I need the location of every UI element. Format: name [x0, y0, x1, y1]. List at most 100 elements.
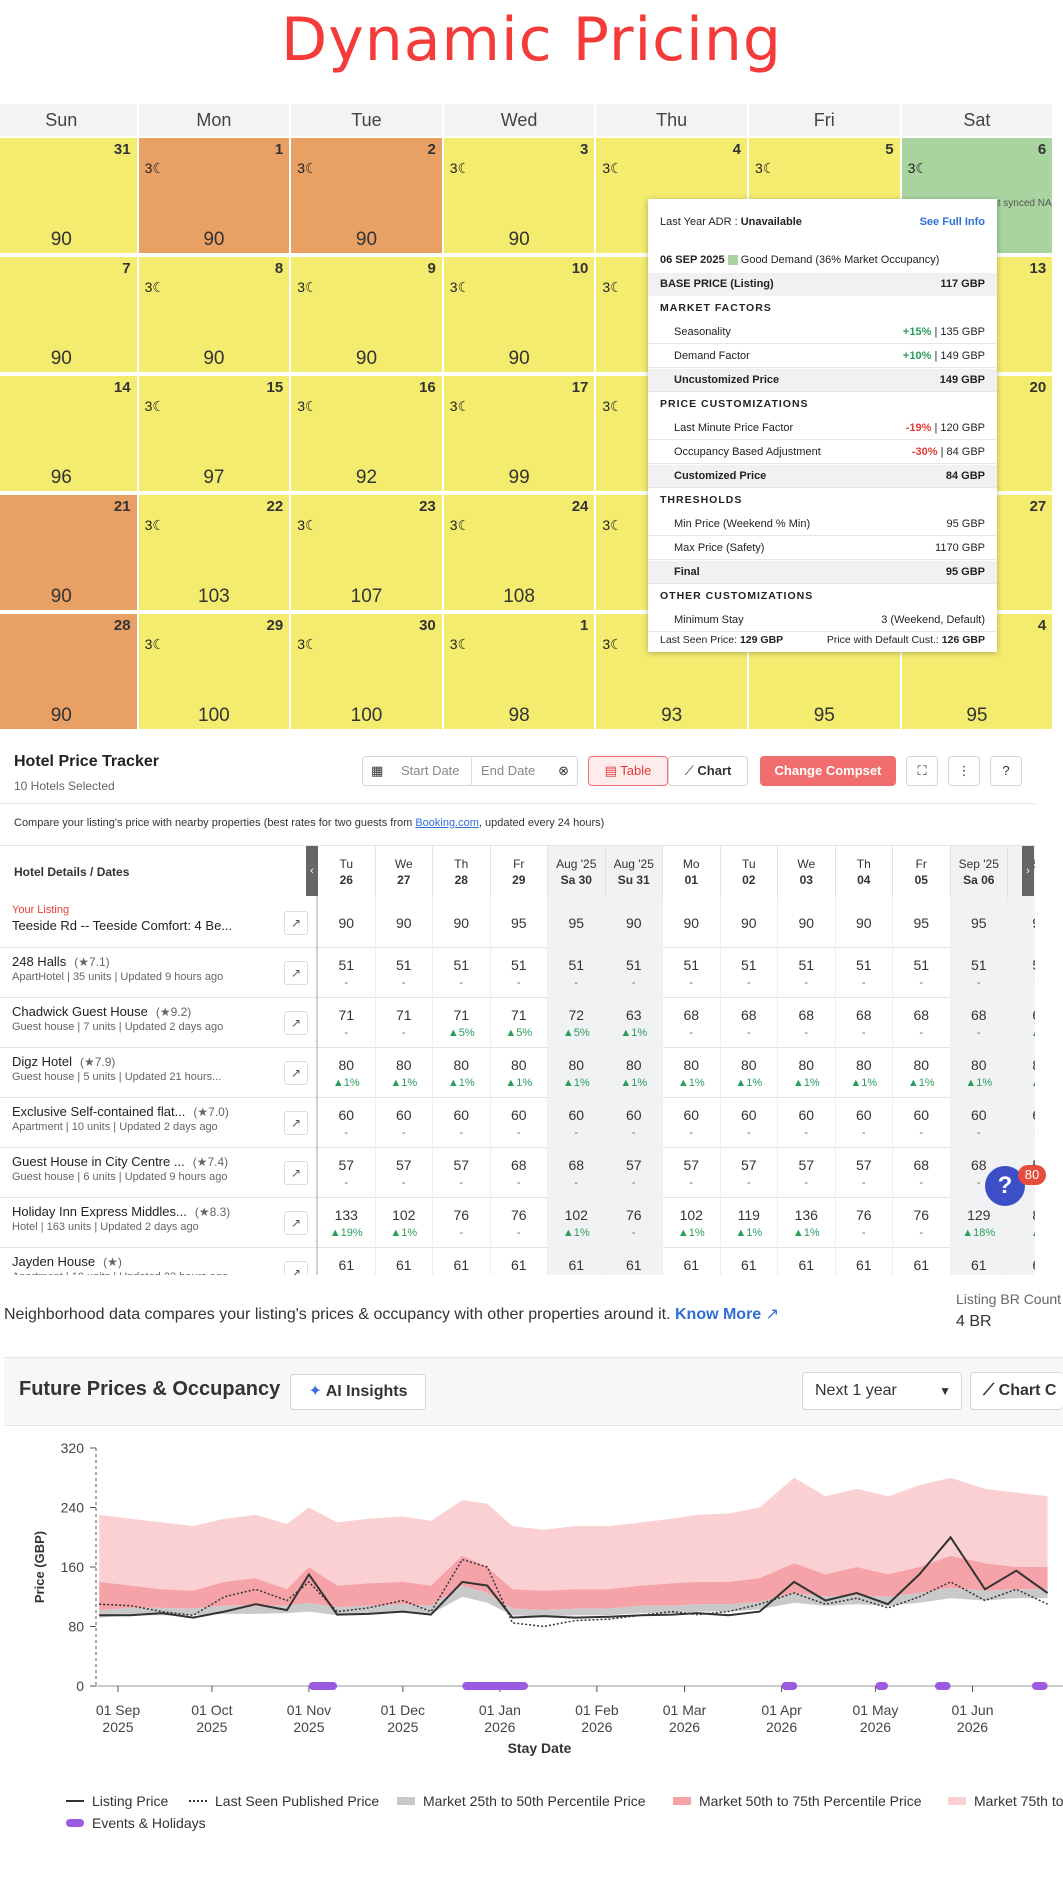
external-link-icon[interactable]: ↗	[284, 961, 308, 985]
occupancy-pct: -30%	[911, 446, 938, 458]
x-tick-label: 01 Sep	[96, 1702, 141, 1718]
seasonality-pct: +15%	[902, 326, 932, 338]
price-cell: 60 -	[663, 1098, 721, 1148]
legend-label[interactable]: Events & Holidays	[92, 1815, 206, 1831]
external-link-icon[interactable]: ↗	[284, 1261, 308, 1275]
price-value: 68	[510, 1157, 527, 1173]
price-cell: 80 ▲1%	[721, 1048, 778, 1098]
hotel-name: Chadwick Guest House	[12, 1004, 148, 1019]
demand-text: Good Demand (36% Market Occupancy)	[740, 254, 940, 266]
price-value: 51	[683, 957, 700, 973]
legend-label[interactable]: Market 25th to 50th Percentile Price	[423, 1793, 646, 1809]
end-date-input[interactable]: End Date	[481, 757, 535, 785]
change-compset-button[interactable]: Change Compset	[760, 756, 896, 786]
day-price: 90	[50, 586, 72, 607]
calendar-day-cell[interactable]: 10 3☾ 90	[443, 257, 597, 374]
more-options-icon[interactable]: ⋮	[948, 756, 980, 786]
x-tick-year: 2026	[669, 1719, 700, 1735]
price-value: 51	[625, 957, 642, 973]
booking-link[interactable]: Booking.com	[415, 817, 479, 829]
price-value: 51	[453, 957, 470, 973]
know-more-link[interactable]: Know More	[675, 1306, 761, 1323]
min-price-row: Min Price (Weekend % Min) 95 GBP	[648, 513, 997, 536]
date-range-picker[interactable]: ▦ Start Date End Date ⊗	[362, 756, 578, 786]
calendar-day-cell[interactable]: 3 3☾ 90	[443, 138, 597, 255]
calendar-day-cell[interactable]: 2 3☾ 90	[291, 138, 444, 255]
x-tick-label: 01 Nov	[287, 1702, 331, 1718]
neighborhood-text: Neighborhood data compares your listing'…	[4, 1306, 671, 1323]
price-value: 76	[913, 1207, 930, 1223]
y-tick-label: 240	[61, 1500, 85, 1516]
calendar-day-cell[interactable]: 1 3☾ 98	[443, 614, 597, 731]
tracker-title: Hotel Price Tracker	[14, 753, 159, 770]
hotel-description: Guest house | 5 units | Updated 21 hours…	[12, 1071, 222, 1083]
calendar-day-cell[interactable]: 30 3☾ 100	[291, 614, 444, 731]
calendar-day-cell[interactable]: 22 3☾ 103	[138, 495, 292, 612]
clear-icon[interactable]: ⊗	[558, 757, 569, 785]
calendar-day-cell[interactable]: 28 90	[0, 614, 139, 731]
calendar-day-cell[interactable]: 21 90	[0, 495, 139, 612]
price-cell: 90	[318, 898, 376, 948]
price-value: 95	[970, 915, 987, 931]
price-value: 80	[740, 1057, 757, 1073]
event-marker[interactable]	[462, 1682, 529, 1690]
price-cell: 6-	[1008, 1098, 1035, 1148]
calendar-day-cell[interactable]: 15 3☾ 97	[138, 376, 292, 493]
price-change: ▲5%	[447, 1027, 475, 1039]
hotel-row: Chadwick Guest House (★9.2) Guest house | …	[0, 998, 1035, 1048]
event-marker[interactable]	[1031, 1682, 1048, 1690]
chart-options-button[interactable]: ⟋ Chart C	[970, 1372, 1063, 1410]
price-change: -	[861, 1177, 866, 1189]
scroll-left-button[interactable]: ‹	[306, 846, 318, 896]
start-date-input[interactable]: Start Date	[401, 757, 460, 785]
price-cell: 60 -	[318, 1098, 376, 1148]
event-marker[interactable]	[781, 1682, 798, 1690]
fullscreen-icon[interactable]: ⛶	[906, 756, 938, 786]
price-value: 61	[338, 1257, 355, 1273]
calendar-day-cell[interactable]: 7 90	[0, 257, 139, 374]
chart-view-button[interactable]: ⟋ Chart	[668, 756, 748, 786]
date-line-2: 29	[512, 873, 526, 887]
help-icon[interactable]: ?	[990, 756, 1022, 786]
scroll-right-button[interactable]: ›	[1022, 846, 1034, 896]
day-price: 103	[198, 586, 230, 607]
price-value: 68	[855, 1007, 872, 1023]
legend-label[interactable]: Last Seen Published Price	[215, 1793, 379, 1809]
calendar-day-cell[interactable]: 1 3☾ 90	[138, 138, 292, 255]
event-marker[interactable]	[934, 1682, 951, 1690]
day-header-mon: Mon	[138, 104, 292, 136]
event-marker[interactable]	[308, 1682, 338, 1690]
calendar-day-cell[interactable]: 8 3☾ 90	[138, 257, 292, 374]
calendar-day-cell[interactable]: 31 90	[0, 138, 139, 255]
ai-insights-button[interactable]: ✦ AI Insights	[290, 1374, 426, 1410]
hotel-info-cell: Jayden House (★) Apartment | 10 units | Up…	[0, 1248, 318, 1275]
calendar-day-cell[interactable]: 17 3☾ 99	[443, 376, 597, 493]
external-link-icon[interactable]: ↗	[284, 1111, 308, 1135]
calendar-day-cell[interactable]: 9 3☾ 90	[291, 257, 444, 374]
calendar-day-cell[interactable]: 23 3☾ 107	[291, 495, 444, 612]
minimum-stay-label: Minimum Stay	[674, 614, 744, 626]
legend-label[interactable]: Listing Price	[92, 1793, 168, 1809]
x-tick-year: 2026	[766, 1719, 797, 1735]
external-link-icon[interactable]: ↗	[766, 1306, 779, 1323]
calendar-day-cell[interactable]: 24 3☾ 108	[443, 495, 597, 612]
day-price: 90	[508, 348, 530, 369]
external-link-icon[interactable]: ↗	[284, 1211, 308, 1235]
external-link-icon[interactable]: ↗	[284, 1011, 308, 1035]
range-select[interactable]: Next 1 year ▼	[802, 1372, 962, 1410]
x-tick-year: 2025	[196, 1719, 227, 1735]
external-link-icon[interactable]: ↗	[284, 1161, 308, 1185]
event-marker[interactable]	[875, 1682, 888, 1690]
legend-label[interactable]: Market 75th to	[974, 1793, 1063, 1809]
see-full-info-link[interactable]: See Full Info	[920, 211, 985, 234]
calendar-day-cell[interactable]: 14 96	[0, 376, 139, 493]
calendar-day-cell[interactable]: 29 3☾ 100	[138, 614, 292, 731]
day-price: 108	[503, 586, 535, 607]
external-link-icon[interactable]: ↗	[284, 911, 308, 935]
legend-label[interactable]: Market 50th to 75th Percentile Price	[699, 1793, 922, 1809]
hotel-price-tracker: Hotel Price Tracker 10 Hotels Selected ▦…	[0, 741, 1063, 1275]
other-customizations-heading: OTHER CUSTOMIZATIONS	[660, 590, 814, 602]
calendar-day-cell[interactable]: 16 3☾ 92	[291, 376, 444, 493]
table-view-button[interactable]: ▤ Table	[588, 756, 668, 786]
external-link-icon[interactable]: ↗	[284, 1061, 308, 1085]
